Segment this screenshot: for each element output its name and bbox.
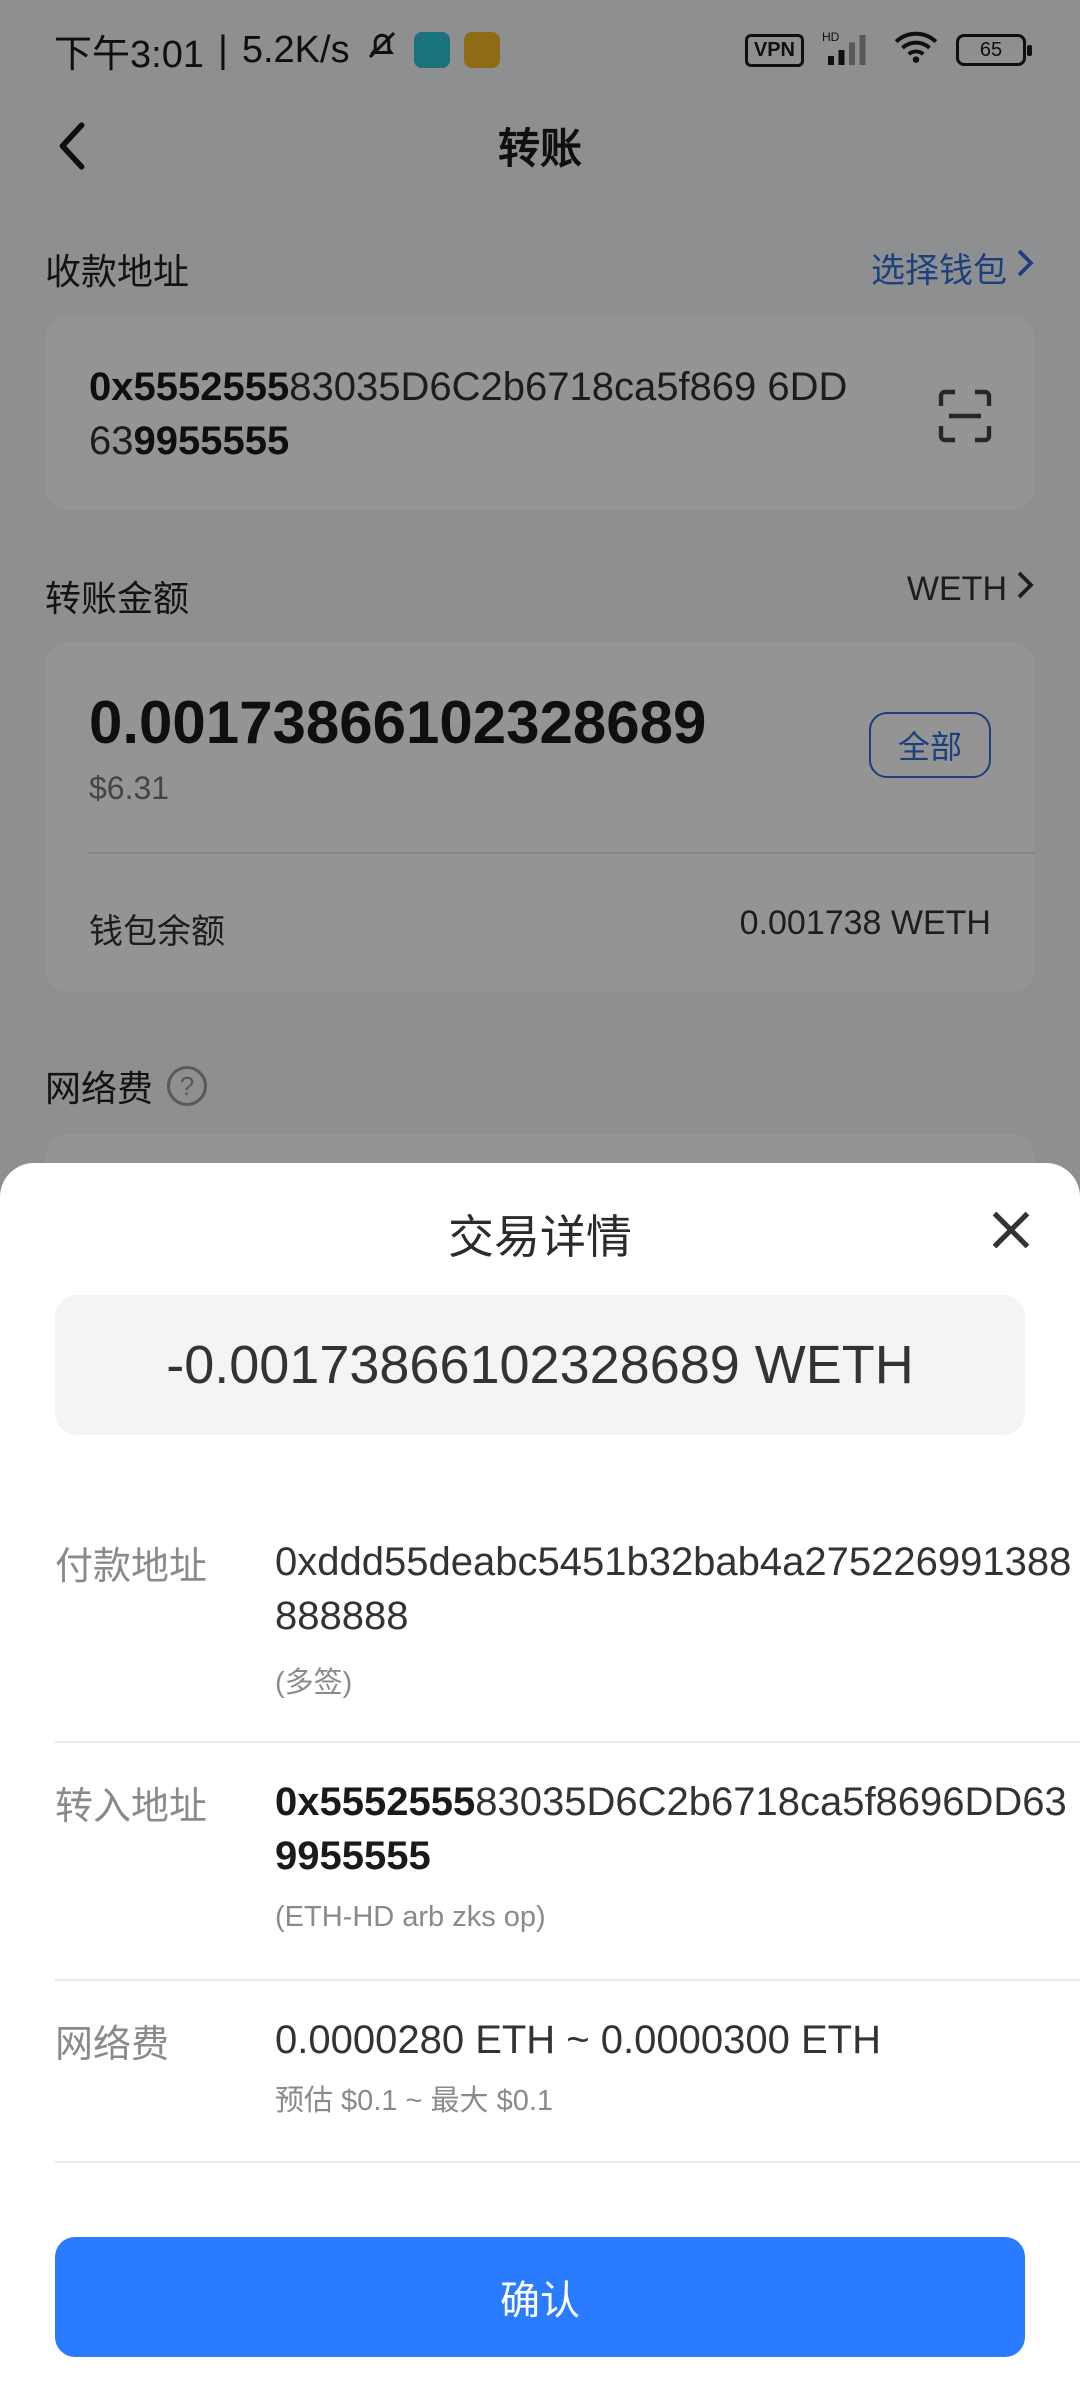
transfer-amount-display: -0.00173866102328689 WETH [55, 1295, 1025, 1435]
from-address-note: (多签) [275, 1667, 353, 1699]
to-address-start: 0x5552555 [275, 1780, 476, 1824]
from-address-label: 付款地址 [55, 1546, 208, 1588]
to-address-value: 0x555255583035D6C2b6718ca5f8696DD63 99555… [275, 1775, 1080, 1883]
to-address-middle: 83035D6C2b6718ca5f8696DD63 [475, 1780, 1067, 1824]
transaction-details-sheet: 交易详情 -0.00173866102328689 WETH 付款地址 0xdd… [0, 1163, 1080, 2400]
divider [55, 1741, 1080, 1743]
divider [55, 2161, 1080, 2163]
network-fee-value: 0.0000280 ETH ~ 0.0000300 ETH [275, 2018, 881, 2062]
confirm-button[interactable]: 确认 [55, 2237, 1025, 2357]
to-address-row: 转入地址 0x555255583035D6C2b6718ca5f8696DD63… [55, 1775, 1080, 2015]
to-address-label: 转入地址 [55, 1786, 208, 1828]
divider [55, 1979, 1080, 1981]
to-address-note: (ETH-HD arb zks op) [275, 1901, 546, 1933]
network-fee-row: 网络费 0.0000280 ETH ~ 0.0000300 ETH 预估 $0.… [55, 2013, 1080, 2213]
network-fee-row-label: 网络费 [55, 2024, 170, 2066]
network-fee-estimate: 预估 $0.1 ~ 最大 $0.1 [275, 2085, 554, 2117]
close-icon[interactable] [978, 1197, 1044, 1263]
to-address-end: 9955555 [275, 1834, 431, 1878]
sheet-title: 交易详情 [448, 1211, 632, 1263]
from-address-value: 0xddd55deabc5451b32bab4a2752269913888888… [275, 1540, 1072, 1638]
from-address-row: 付款地址 0xddd55deabc5451b32bab4a27522699138… [55, 1535, 1080, 1775]
